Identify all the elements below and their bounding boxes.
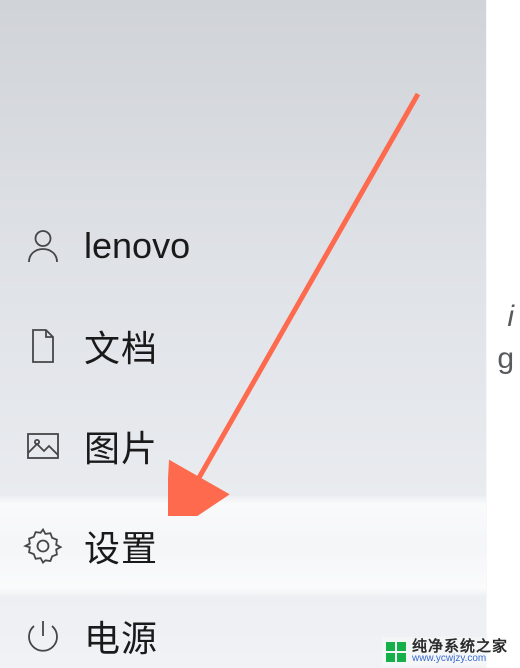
watermark: 纯净系统之家 www.ycwjzy.com <box>382 637 512 666</box>
menu-label-settings: 设置 <box>84 520 158 572</box>
menu-item-pictures[interactable]: 图片 <box>0 396 486 496</box>
stray-char: i <box>507 300 514 334</box>
menu-label-user: lenovo <box>84 225 190 267</box>
menu-label-documents: 文档 <box>84 320 158 372</box>
menu-item-user[interactable]: lenovo <box>0 196 486 296</box>
watermark-title: 纯净系统之家 <box>412 639 508 654</box>
menu-item-documents[interactable]: 文档 <box>0 296 486 396</box>
stray-char: g <box>497 342 514 376</box>
picture-icon <box>20 423 66 469</box>
menu-label-pictures: 图片 <box>84 420 158 472</box>
start-menu-list: lenovo 文档 图片 <box>0 196 486 668</box>
document-icon <box>20 323 66 369</box>
menu-label-power: 电源 <box>84 610 158 662</box>
gear-icon <box>20 523 66 569</box>
start-menu-panel: lenovo 文档 图片 <box>0 0 486 668</box>
power-icon <box>20 613 66 659</box>
person-icon <box>20 223 66 269</box>
watermark-logo <box>386 642 406 662</box>
right-edge <box>486 0 520 668</box>
menu-item-settings[interactable]: 设置 <box>0 496 486 596</box>
watermark-url: www.ycwjzy.com <box>412 654 508 664</box>
